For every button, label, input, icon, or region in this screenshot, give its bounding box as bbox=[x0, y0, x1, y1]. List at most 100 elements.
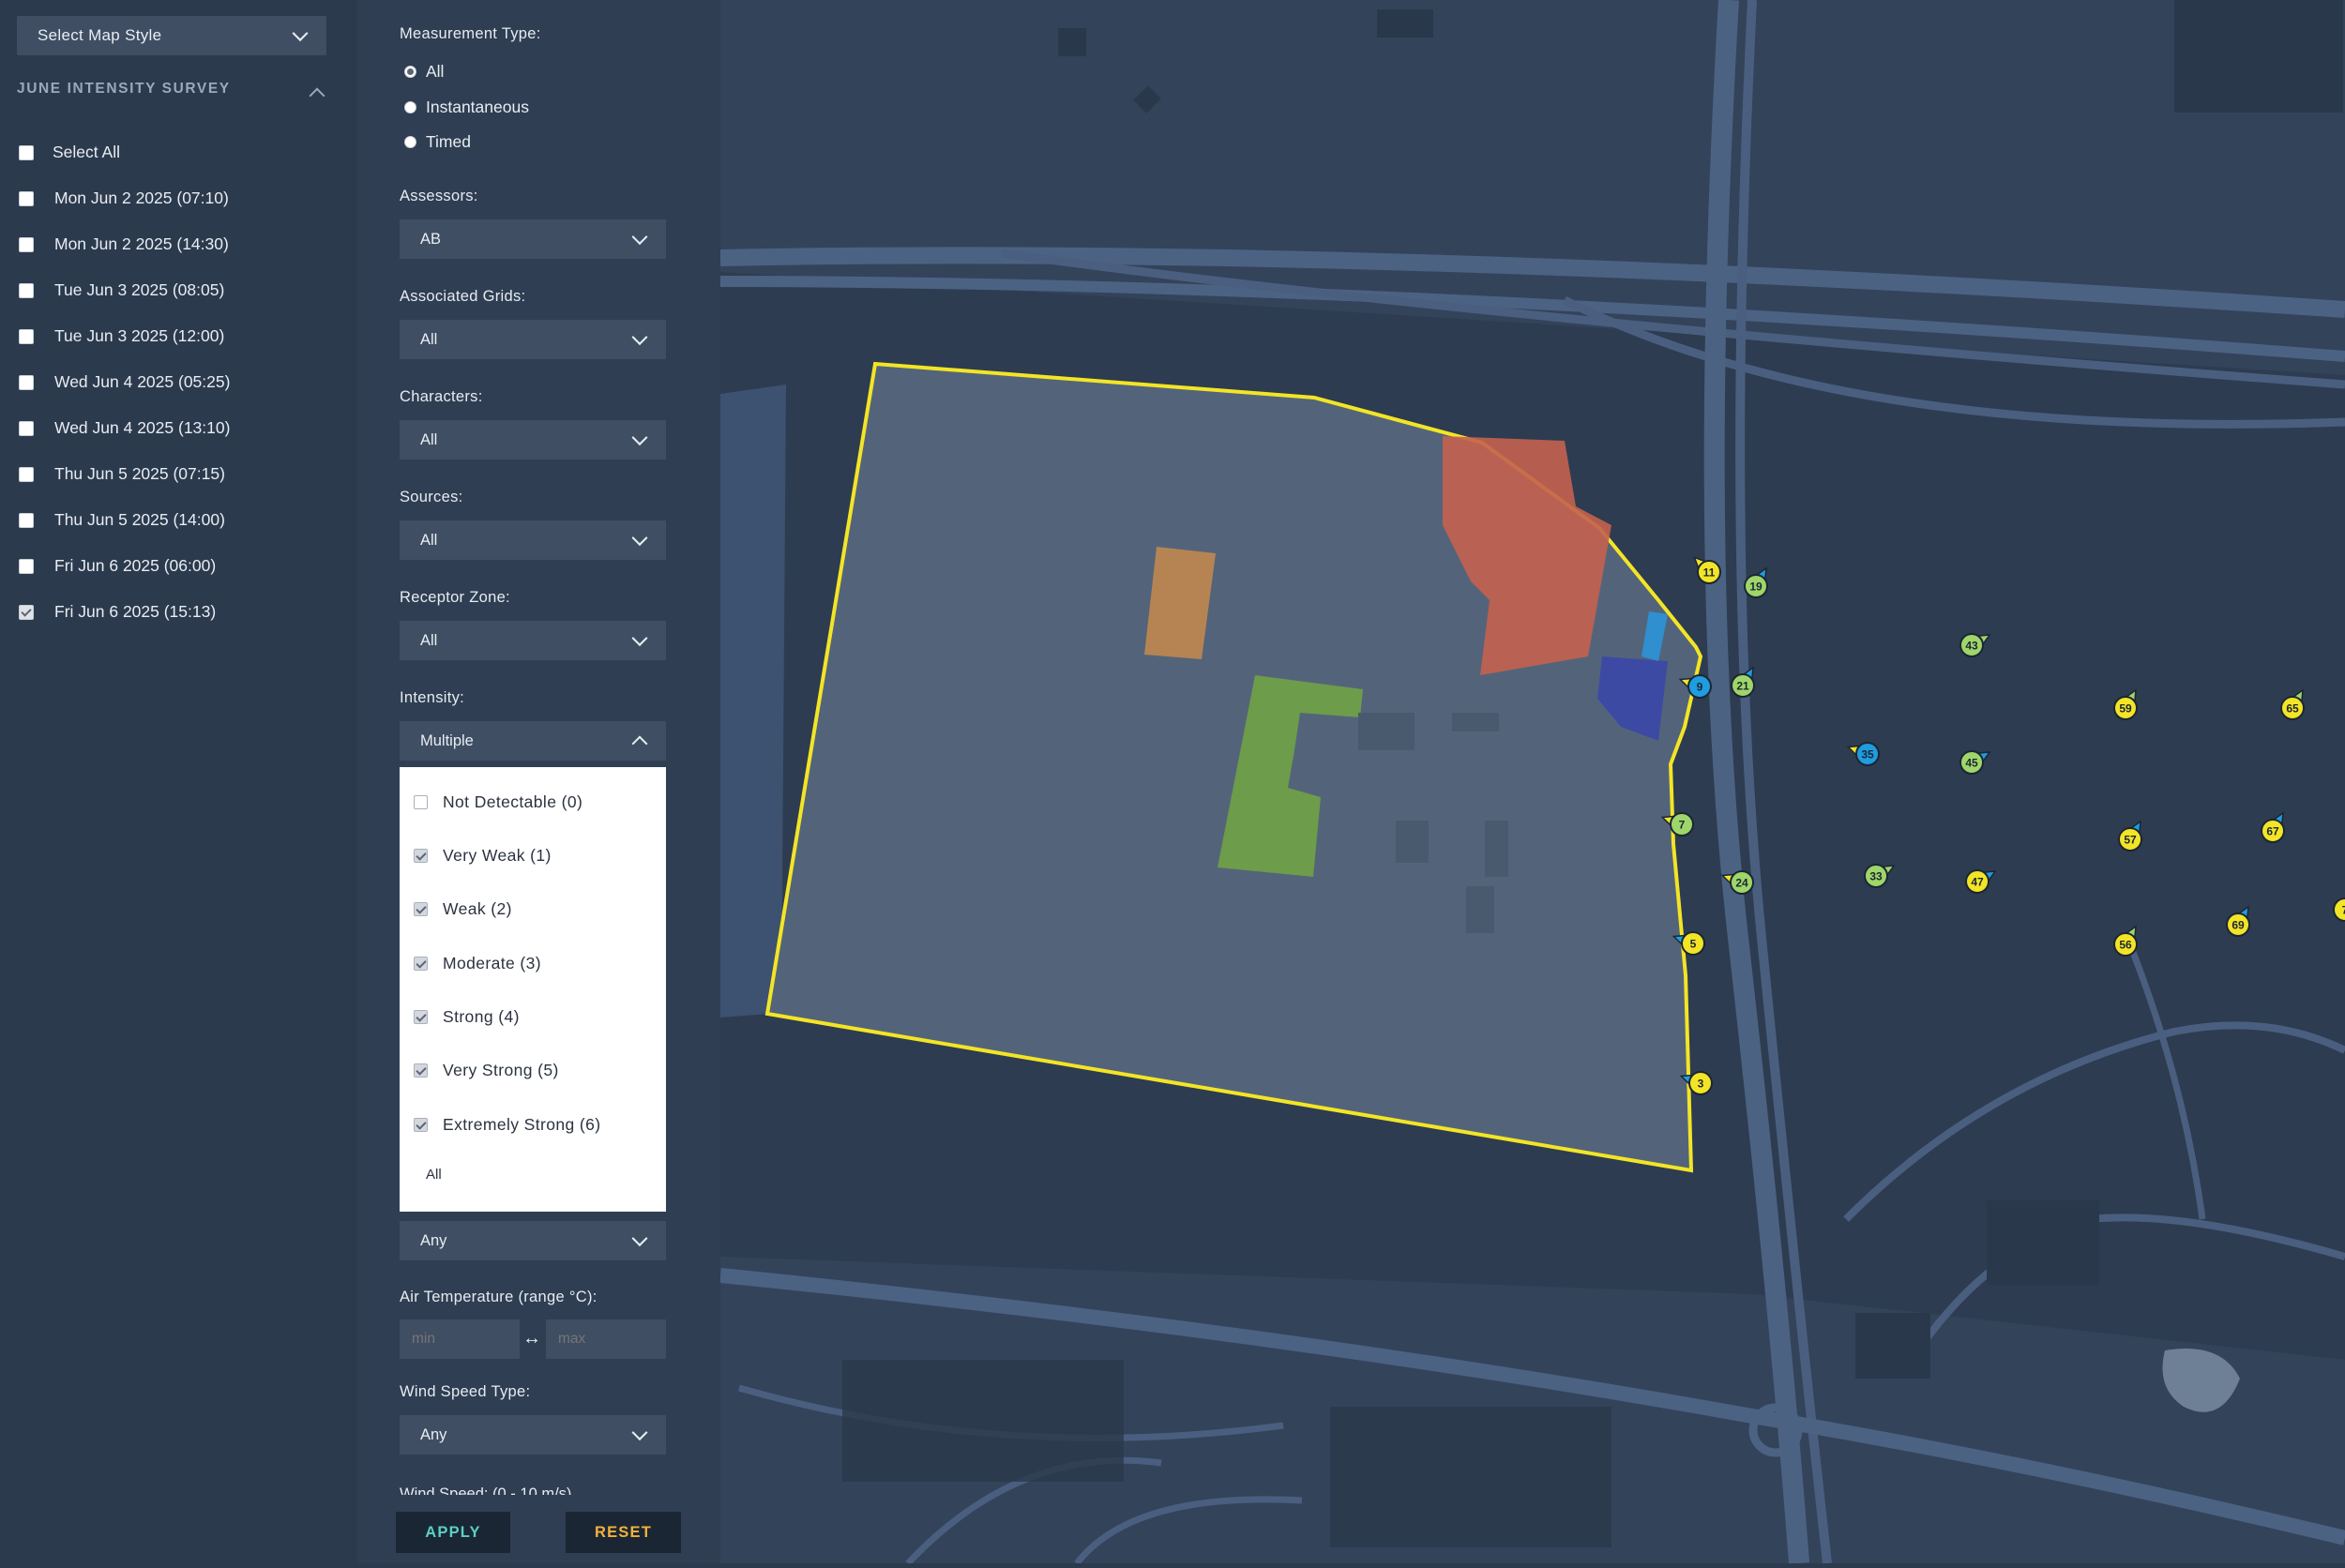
survey-date-item[interactable]: Mon Jun 2 2025 (14:30) bbox=[19, 221, 230, 267]
survey-date-item[interactable]: Fri Jun 6 2025 (15:13) bbox=[19, 589, 230, 635]
select-all-row[interactable]: Select All bbox=[19, 129, 230, 175]
sources-select[interactable]: All bbox=[400, 520, 666, 560]
select-all-checkbox[interactable] bbox=[19, 144, 34, 160]
survey-date-checkbox[interactable] bbox=[19, 604, 34, 620]
marker-label: 45 bbox=[1965, 757, 1978, 770]
chevron-down-icon bbox=[631, 229, 648, 246]
survey-section-header[interactable]: JUNE INTENSITY SURVEY bbox=[17, 81, 326, 105]
reset-button[interactable]: RESET bbox=[566, 1512, 681, 1553]
intensity-option-all[interactable]: All bbox=[426, 1167, 442, 1183]
building bbox=[1987, 1200, 2099, 1285]
measurement-type-label: Measurement Type: bbox=[400, 25, 541, 42]
survey-date-item[interactable]: Wed Jun 4 2025 (05:25) bbox=[19, 359, 230, 405]
intensity-option[interactable]: Moderate (3) bbox=[414, 954, 541, 973]
survey-date-label: Thu Jun 5 2025 (14:00) bbox=[54, 510, 225, 529]
air-temperature-min-input[interactable] bbox=[400, 1319, 520, 1359]
survey-date-checkbox[interactable] bbox=[19, 558, 34, 574]
measurement-type-instantaneous[interactable]: Instantaneous bbox=[404, 98, 529, 117]
intensity-option[interactable]: Very Strong (5) bbox=[414, 1061, 559, 1080]
intensity-option[interactable]: Not Detectable (0) bbox=[414, 792, 582, 812]
survey-date-label: Thu Jun 5 2025 (07:15) bbox=[54, 464, 225, 483]
intensity-select[interactable]: Multiple bbox=[400, 721, 666, 761]
survey-date-item[interactable]: Tue Jun 3 2025 (08:05) bbox=[19, 267, 230, 313]
survey-date-label: Mon Jun 2 2025 (14:30) bbox=[54, 234, 229, 253]
characters-value: All bbox=[420, 430, 438, 448]
survey-date-item[interactable]: Tue Jun 3 2025 (12:00) bbox=[19, 313, 230, 359]
intensity-option-checkbox[interactable] bbox=[414, 957, 428, 971]
radio-instantaneous[interactable] bbox=[404, 101, 416, 113]
survey-date-item[interactable]: Fri Jun 6 2025 (06:00) bbox=[19, 543, 230, 589]
associated-grids-select[interactable]: All bbox=[400, 320, 666, 359]
marker-label: 21 bbox=[1736, 680, 1749, 693]
intensity-option-checkbox[interactable] bbox=[414, 795, 428, 809]
survey-date-item[interactable]: Thu Jun 5 2025 (14:00) bbox=[19, 497, 230, 543]
survey-date-item[interactable]: Thu Jun 5 2025 (07:15) bbox=[19, 451, 230, 497]
intensity-option-checkbox[interactable] bbox=[414, 902, 428, 916]
intensity-option[interactable]: Extremely Strong (6) bbox=[414, 1115, 600, 1135]
survey-date-checkbox[interactable] bbox=[19, 374, 34, 390]
chevron-down-icon bbox=[292, 25, 309, 42]
wind-speed-type-select[interactable]: Any bbox=[400, 1415, 666, 1455]
intensity-option-checkbox[interactable] bbox=[414, 1010, 428, 1024]
characters-select[interactable]: All bbox=[400, 420, 666, 460]
associated-grids-value: All bbox=[420, 330, 438, 348]
survey-date-checkbox[interactable] bbox=[19, 190, 34, 206]
survey-panel: Select Map Style JUNE INTENSITY SURVEY S… bbox=[0, 0, 357, 1563]
intensity-option-label: Very Weak (1) bbox=[443, 846, 552, 865]
hidden-filter-select[interactable]: Any bbox=[400, 1221, 666, 1260]
hidden-filter-value: Any bbox=[420, 1231, 447, 1249]
marker-label: 24 bbox=[1735, 877, 1748, 890]
intensity-option[interactable]: Very Weak (1) bbox=[414, 846, 552, 866]
radio-timed[interactable] bbox=[404, 136, 416, 148]
intensity-option[interactable]: Strong (4) bbox=[414, 1007, 520, 1027]
radio-all[interactable] bbox=[404, 66, 416, 78]
survey-date-item[interactable]: Wed Jun 4 2025 (13:10) bbox=[19, 405, 230, 451]
survey-date-checkbox[interactable] bbox=[19, 328, 34, 344]
intensity-option-checkbox[interactable] bbox=[414, 1063, 428, 1078]
assessors-select[interactable]: AB bbox=[400, 219, 666, 259]
survey-date-list: Select All Mon Jun 2 2025 (07:10) Mon Ju… bbox=[19, 129, 230, 635]
chevron-up-icon bbox=[631, 735, 648, 752]
building bbox=[1485, 821, 1508, 877]
survey-date-checkbox[interactable] bbox=[19, 420, 34, 436]
residential-block bbox=[842, 1360, 1124, 1482]
filter-panel: Measurement Type: All Instantaneous Time… bbox=[357, 0, 720, 1563]
map-style-select[interactable]: Select Map Style bbox=[17, 16, 326, 55]
measurement-type-timed[interactable]: Timed bbox=[404, 132, 471, 152]
building bbox=[1377, 9, 1433, 38]
marker-label: 59 bbox=[2119, 702, 2132, 716]
marker-label: 7 bbox=[2342, 904, 2345, 917]
associated-grids-label: Associated Grids: bbox=[400, 288, 526, 305]
sources-value: All bbox=[420, 531, 438, 549]
survey-date-checkbox[interactable] bbox=[19, 236, 34, 252]
chevron-down-icon bbox=[631, 530, 648, 547]
intensity-option[interactable]: Weak (2) bbox=[414, 899, 512, 919]
marker-label: 65 bbox=[2286, 702, 2299, 716]
receptor-zone-select[interactable]: All bbox=[400, 621, 666, 660]
air-temperature-max-input[interactable] bbox=[546, 1319, 666, 1359]
intensity-option-checkbox[interactable] bbox=[414, 1118, 428, 1132]
chevron-down-icon bbox=[631, 1425, 648, 1441]
air-temperature-label: Air Temperature (range °C): bbox=[400, 1289, 598, 1305]
apply-button[interactable]: APPLY bbox=[396, 1512, 510, 1553]
water-body bbox=[720, 384, 786, 1018]
survey-date-label: Fri Jun 6 2025 (15:13) bbox=[54, 602, 217, 621]
map-canvas[interactable]: 11 19 9 21 43 59 65 35 45 7 57 67 24 33 47 5 56 69 3 7 bbox=[719, 0, 2345, 1566]
building bbox=[1466, 886, 1494, 933]
radio-label: Instantaneous bbox=[426, 98, 529, 116]
marker-label: 19 bbox=[1749, 580, 1763, 594]
survey-date-checkbox[interactable] bbox=[19, 282, 34, 298]
characters-label: Characters: bbox=[400, 388, 483, 405]
marker-label: 67 bbox=[2266, 825, 2279, 838]
survey-date-item[interactable]: Mon Jun 2 2025 (07:10) bbox=[19, 175, 230, 221]
measurement-type-all[interactable]: All bbox=[404, 62, 444, 82]
wind-speed-type-value: Any bbox=[420, 1425, 447, 1443]
marker-label: 7 bbox=[1679, 819, 1686, 832]
chevron-up-icon[interactable] bbox=[309, 87, 325, 104]
survey-date-checkbox[interactable] bbox=[19, 512, 34, 528]
building bbox=[1396, 821, 1429, 863]
intensity-option-checkbox[interactable] bbox=[414, 849, 428, 863]
intensity-option-label: Very Strong (5) bbox=[443, 1061, 559, 1079]
survey-date-checkbox[interactable] bbox=[19, 466, 34, 482]
receptor-zone-value: All bbox=[420, 631, 438, 649]
